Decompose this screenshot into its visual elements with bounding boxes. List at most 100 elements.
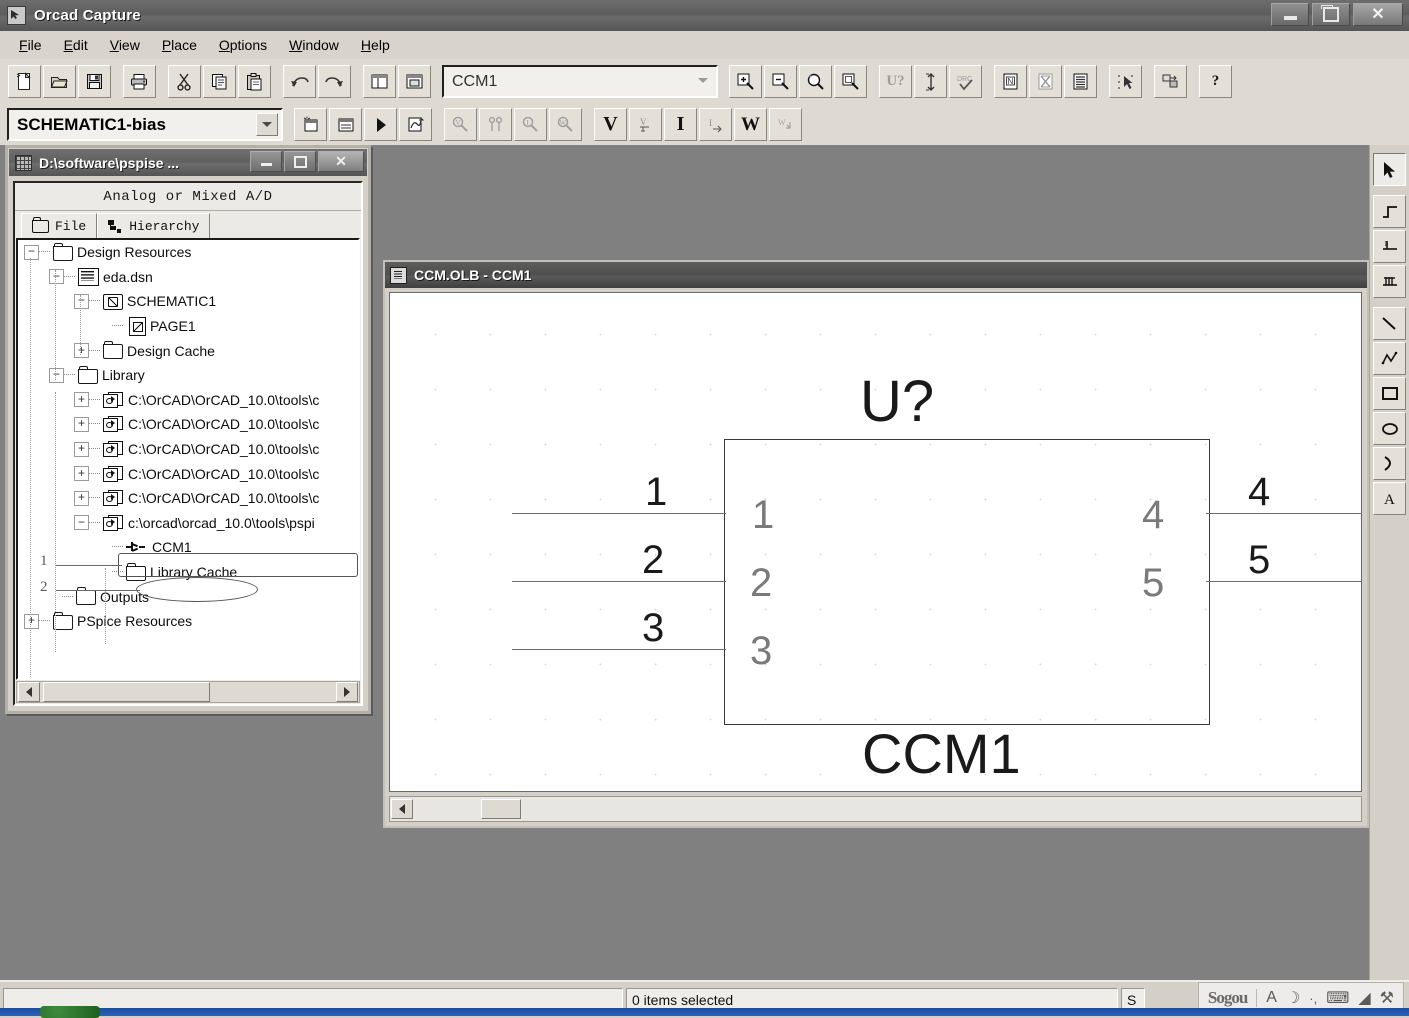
expander-expand[interactable]: +	[74, 466, 89, 482]
display-power-diff-button[interactable]: W	[769, 108, 802, 141]
bill-of-materials-button[interactable]	[1064, 65, 1097, 98]
select-tool[interactable]	[1373, 153, 1406, 186]
tree-item-library[interactable]: − Library	[18, 363, 358, 388]
open-button[interactable]	[43, 65, 76, 98]
pin-name-2[interactable]: 2	[750, 561, 772, 606]
cross-reference-button[interactable]	[1029, 65, 1062, 98]
ime-input-mode[interactable]: A	[1266, 989, 1277, 1007]
arc-tool[interactable]	[1373, 447, 1406, 480]
save-button[interactable]	[78, 65, 111, 98]
polyline-tool[interactable]	[1373, 342, 1406, 375]
tab-file[interactable]: File	[21, 213, 98, 238]
expander-expand[interactable]: +	[24, 613, 39, 629]
pin-number-2[interactable]: 2	[642, 538, 664, 583]
zoom-in-button[interactable]	[729, 65, 762, 98]
project-close-button[interactable]: ✕	[318, 151, 364, 172]
restore-button[interactable]	[1312, 3, 1350, 26]
pin-wire-left-1[interactable]	[512, 513, 726, 514]
pin-name-4[interactable]: 4	[1142, 493, 1164, 538]
view-simulation-results-button[interactable]	[399, 108, 432, 141]
redo-button[interactable]	[318, 65, 351, 98]
zoom-out-button[interactable]	[764, 65, 797, 98]
minimize-button[interactable]	[1271, 3, 1309, 26]
tree-item-pspice-resources[interactable]: + PSpice Resources	[18, 609, 358, 634]
snap-to-grid-button[interactable]	[1109, 65, 1142, 98]
expander-collapse[interactable]: −	[49, 367, 64, 383]
symbol-part-value[interactable]: CCM1	[862, 721, 1021, 786]
pin-number-1[interactable]: 1	[645, 470, 667, 515]
menu-options[interactable]: Options	[208, 34, 278, 56]
menu-place[interactable]: Place	[151, 34, 208, 56]
scroll-right-button[interactable]	[336, 682, 358, 702]
tree-item-design-cache[interactable]: + Design Cache	[18, 338, 358, 363]
expander-collapse[interactable]: −	[24, 244, 39, 260]
new-simulation-profile-button[interactable]	[294, 108, 327, 141]
symbol-body-rectangle[interactable]	[724, 439, 1210, 725]
scroll-thumb[interactable]	[481, 799, 521, 819]
pin-wire-right-4[interactable]	[1206, 513, 1361, 514]
new-button[interactable]	[8, 65, 41, 98]
design-resources-tree[interactable]: − Design Resources − eda.dsn − SCHEMATIC…	[16, 238, 360, 680]
tree-horizontal-scrollbar[interactable]	[16, 681, 360, 703]
pin-wire-left-2[interactable]	[512, 581, 726, 582]
tree-item-page1[interactable]: PAGE1	[18, 314, 358, 339]
tree-item-library-path[interactable]: + C:\OrCAD\OrCAD_10.0\tools\c	[18, 437, 358, 462]
zoom-area-button[interactable]	[799, 65, 832, 98]
tree-item-outputs[interactable]: Outputs	[18, 584, 358, 609]
copy-button[interactable]	[203, 65, 236, 98]
menu-view[interactable]: View	[99, 34, 151, 56]
expander-expand[interactable]: +	[74, 416, 89, 432]
part-name-combo[interactable]: CCM1	[442, 65, 718, 98]
scroll-left-button[interactable]	[391, 799, 413, 819]
expander-collapse[interactable]: −	[49, 269, 64, 285]
simulation-profile-combo[interactable]: SCHEMATIC1-bias	[7, 108, 283, 141]
scroll-thumb[interactable]	[43, 682, 210, 702]
tree-item-library-cache[interactable]: Library Cache	[18, 560, 358, 585]
display-voltage-button[interactable]: V	[594, 108, 627, 141]
rectangle-tool[interactable]	[1373, 377, 1406, 410]
pin-name-5[interactable]: 5	[1142, 561, 1164, 606]
menu-file[interactable]: File	[8, 34, 53, 56]
ellipse-tool[interactable]	[1373, 412, 1406, 445]
undo-button[interactable]	[283, 65, 316, 98]
tree-item-library-path[interactable]: + C:\OrCAD\OrCAD_10.0\tools\c	[18, 388, 358, 413]
part-name-dropdown-arrow[interactable]	[693, 70, 713, 91]
ime-punctuation[interactable]: ·,	[1309, 991, 1317, 1006]
ime-skin[interactable]: ◢	[1358, 988, 1370, 1008]
symbol-canvas[interactable]: U? CCM1 1 2 3 4 5 1 2 3 4 5	[389, 292, 1362, 792]
bus-pin-tool[interactable]	[1373, 265, 1406, 298]
differential-marker-button[interactable]	[479, 108, 512, 141]
ime-moon-mode[interactable]: ☽	[1286, 988, 1300, 1008]
expander-expand[interactable]: +	[74, 441, 89, 457]
new-window-button[interactable]	[398, 65, 431, 98]
canvas-horizontal-scrollbar[interactable]	[389, 796, 1362, 822]
menu-edit[interactable]: Edit	[53, 34, 99, 56]
paste-button[interactable]	[238, 65, 271, 98]
sogou-logo[interactable]: Sogou	[1208, 988, 1248, 1008]
zoom-fit-button[interactable]	[834, 65, 867, 98]
ime-soft-keyboard[interactable]: ⌨	[1326, 988, 1349, 1008]
pin-number-4[interactable]: 4	[1248, 470, 1270, 515]
line-tool[interactable]	[1373, 307, 1406, 340]
display-current-diff-button[interactable]: I	[699, 108, 732, 141]
tree-item-library-path[interactable]: + C:\OrCAD\OrCAD_10.0\tools\c	[18, 412, 358, 437]
tree-item-library-path[interactable]: + C:\OrCAD\OrCAD_10.0\tools\c	[18, 486, 358, 511]
expander-expand[interactable]: +	[74, 392, 89, 408]
symbol-reference-designator[interactable]: U?	[860, 368, 934, 435]
help-button[interactable]: ?	[1199, 65, 1232, 98]
display-current-button[interactable]: I	[664, 108, 697, 141]
project-minimize-button[interactable]	[250, 151, 282, 172]
edit-simulation-profile-button[interactable]	[329, 108, 362, 141]
tree-item-pspice-library[interactable]: − c:\orcad\orcad_10.0\tools\pspi	[18, 511, 358, 536]
tree-item-ccm1-part[interactable]: CCM1	[18, 535, 358, 560]
display-power-button[interactable]: W	[734, 108, 767, 141]
print-button[interactable]	[123, 65, 156, 98]
cut-button[interactable]	[168, 65, 201, 98]
create-netlist-button[interactable]: N	[994, 65, 1027, 98]
display-voltage-diff-button[interactable]: V	[629, 108, 662, 141]
pin-name-3[interactable]: 3	[750, 629, 772, 674]
tree-item-schematic1[interactable]: − SCHEMATIC1	[18, 289, 358, 314]
backannotate-button[interactable]	[914, 65, 947, 98]
pin-number-3[interactable]: 3	[642, 606, 664, 651]
menu-window[interactable]: Window	[278, 34, 350, 56]
